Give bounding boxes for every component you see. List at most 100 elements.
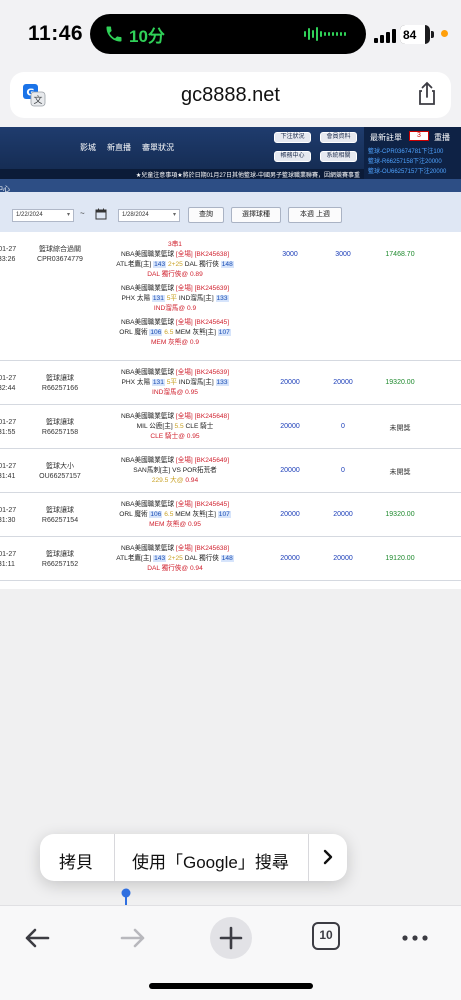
- replay-link[interactable]: 重播: [434, 132, 450, 143]
- valid-amount: 0: [341, 423, 345, 430]
- latest-bets-count: 3: [409, 131, 429, 141]
- table-row[interactable]: 4-01-27 2:32:44 籃球讓球R66257166 NBA美國職業籃球 …: [0, 362, 461, 405]
- parlay-header: 3串1: [168, 241, 182, 248]
- valid-amount: 3000: [335, 251, 351, 258]
- bet-detail: NBA美國職業籃球 [全場] [BK245638] ATL老鷹[主] 143 2…: [116, 545, 234, 572]
- bet-leg: NBA美國職業籃球 [全場] [BK245638] ATL老鷹[主] 143 2…: [116, 251, 234, 278]
- menu-divider: [114, 834, 115, 881]
- bet-detail: NBA美國職業籃球 [全場] [BK245645] ORL 魔術 106 6.5…: [119, 501, 231, 528]
- latest-bet-line[interactable]: 籃球-CPR03674781下注100: [368, 146, 443, 155]
- bet-status-button[interactable]: 下注狀況: [274, 132, 311, 143]
- new-tab-button[interactable]: [210, 917, 252, 959]
- valid-amount: 20000: [333, 555, 353, 562]
- end-date-select[interactable]: 1/28/2024 ▾: [118, 209, 180, 222]
- bet-result: 未開獎: [389, 469, 411, 476]
- battery-icon: 84: [400, 25, 430, 44]
- query-button[interactable]: 查詢: [188, 207, 224, 223]
- table-row[interactable]: 4-01-27 2:31:41 籃球大小OU66257157 NBA美國職業籃球…: [0, 450, 461, 493]
- bet-datetime: 4-01-27 2:31:30: [0, 507, 17, 524]
- system-button[interactable]: 系統相關: [320, 151, 357, 162]
- bet-result: 未開獎: [389, 425, 411, 432]
- member-info-button[interactable]: 會員資料: [320, 132, 357, 143]
- bet-result: 19320.00: [385, 379, 415, 386]
- dynamic-island[interactable]: 10分: [90, 14, 366, 54]
- bet-amount: 3000: [282, 251, 298, 258]
- more-icon[interactable]: [399, 922, 431, 954]
- url-text[interactable]: gc8888.net: [10, 84, 451, 107]
- bet-result: 17468.70: [385, 251, 415, 258]
- battery-nub: [431, 31, 434, 38]
- bet-datetime: 4-01-27 2:31:41: [0, 463, 17, 480]
- calendar-icon[interactable]: [95, 208, 107, 220]
- address-area: G 文 gc8888.net: [0, 62, 461, 127]
- copy-menu-item[interactable]: 拷貝: [59, 848, 93, 873]
- chevron-right-icon[interactable]: [320, 848, 336, 866]
- text-selection-menu: 拷貝 使用「Google」搜尋: [40, 834, 347, 881]
- chevron-down-icon: ▾: [66, 212, 70, 218]
- bet-type: 籃球讓球 R66257158: [41, 419, 79, 436]
- back-arrow-icon[interactable]: [21, 922, 53, 954]
- mic-in-use-indicator: [441, 30, 448, 37]
- nav-link-cinema[interactable]: 影城: [80, 142, 96, 153]
- valid-amount: 20000: [333, 511, 353, 518]
- home-indicator[interactable]: [149, 983, 313, 989]
- battery-percent: 84: [403, 27, 417, 42]
- table-row[interactable]: 4-01-27 3:33:26 籃球綜合過關 CPR03674779 3串1 N…: [0, 234, 461, 361]
- bet-type: 籃球大小 OU66257157: [39, 463, 81, 480]
- latest-bets-panel: 最新註單 3 重播 籃球-CPR03674781下注100 籃球-R662571…: [364, 127, 461, 179]
- call-indicator[interactable]: 10分: [98, 19, 171, 49]
- bet-leg: NBA美國職業籃球 [全場] [BK245639] PHX 太陽 131 5平 …: [120, 285, 230, 312]
- choose-sport-button[interactable]: 選擇球種: [231, 207, 281, 223]
- week-select-button[interactable]: 本週 上週: [288, 207, 342, 223]
- bet-detail: NBA美國職業籃球 [全場] [BK245648] MIL 公鹿[主] 5.5 …: [120, 413, 230, 440]
- bet-datetime: 4-01-27 2:32:44: [0, 375, 17, 392]
- date-filter-bar: 1/22/2024 ▾ ~ 1/28/2024 ▾ 查詢 選擇球種 本週 上週: [0, 192, 461, 232]
- nav-link-live[interactable]: 新直播: [107, 142, 131, 153]
- table-row[interactable]: 4-01-27 2:31:55 籃球讓球R66257158 NBA美國職業籃球 …: [0, 406, 461, 449]
- valid-amount: 20000: [333, 379, 353, 386]
- latest-bet-line[interactable]: 籃球-R66257158下注20000: [368, 156, 442, 165]
- table-row[interactable]: 4-01-27 2:31:11 籃球讓球R66257152 NBA美國職業籃球 …: [0, 538, 461, 581]
- phone-icon: [106, 26, 122, 42]
- account-center-button[interactable]: 帳務中心: [274, 151, 311, 162]
- site-header: 影城 新直播 審單狀況 下注狀況 會員資料 帳務中心 系統相關 最新註單 3 重…: [0, 127, 461, 179]
- section-bar: 中心: [0, 179, 461, 193]
- start-date-value: 1/22/2024: [16, 212, 43, 218]
- status-bar: 11:46 10分 84: [0, 0, 461, 62]
- announcement-marquee: ★兒童注意事項★將於日期01月27日其他籃球-中國男子籃球職業聯賽，因網競賽事重: [0, 169, 364, 179]
- audio-waveform-icon: [304, 27, 346, 41]
- forward-arrow-icon[interactable]: [117, 922, 149, 954]
- bet-detail: 3串1 NBA美國職業籃球 [全場] [BK245638] ATL老鷹[主] 1…: [100, 240, 250, 352]
- bet-result: 19320.00: [385, 511, 415, 518]
- latest-bet-line[interactable]: 籃球-OU66257157下注20000: [368, 166, 446, 175]
- end-date-value: 1/28/2024: [122, 212, 149, 218]
- bet-amount: 20000: [280, 379, 300, 386]
- tab-switcher-button[interactable]: 10: [312, 922, 340, 950]
- bet-amount: 20000: [280, 555, 300, 562]
- latest-bets-title: 最新註單: [370, 133, 402, 142]
- table-row[interactable]: 4-01-27 2:31:30 籃球讓球R66257154 NBA美國職業籃球 …: [0, 494, 461, 537]
- address-bar[interactable]: G 文 gc8888.net: [10, 72, 451, 118]
- cellular-signal-icon: [374, 29, 396, 43]
- share-icon[interactable]: [415, 81, 439, 107]
- date-range-separator: ~: [80, 209, 85, 218]
- valid-amount: 0: [341, 467, 345, 474]
- nav-link-bet-status[interactable]: 審單狀況: [142, 142, 174, 153]
- google-search-menu-item[interactable]: 使用「Google」搜尋: [132, 848, 289, 873]
- menu-divider: [308, 834, 309, 881]
- bet-datetime: 4-01-27 3:33:26: [0, 246, 17, 263]
- bet-amount: 20000: [280, 423, 300, 430]
- status-time: 11:46: [28, 22, 84, 45]
- plus-icon: [219, 926, 243, 950]
- bet-detail: NBA美國職業籃球 [全場] [BK245649] SAN馬刺[主] VS PO…: [120, 457, 230, 484]
- bet-amount: 20000: [280, 511, 300, 518]
- announcement-text: ★兒童注意事項★將於日期01月27日其他籃球-中國男子籃球職業聯賽，因網競賽事重: [135, 173, 360, 179]
- bet-type: 籃球讓球 R66257154: [41, 507, 79, 524]
- call-duration: 10分: [129, 26, 165, 46]
- bet-amount: 20000: [280, 467, 300, 474]
- bet-type: 籃球讓球 R66257166: [41, 375, 79, 392]
- bet-datetime: 4-01-27 2:31:55: [0, 419, 17, 436]
- bet-type: 籃球綜合過關 CPR03674779: [37, 246, 83, 263]
- start-date-select[interactable]: 1/22/2024 ▾: [12, 209, 74, 222]
- bet-type: 籃球讓球 R66257152: [41, 551, 79, 568]
